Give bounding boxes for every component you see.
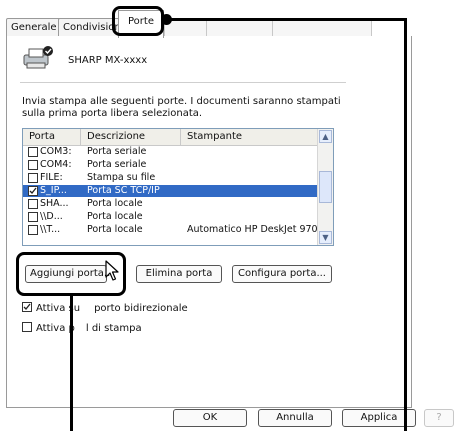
port-name: COM4: <box>40 159 72 170</box>
printer-pool-label-right: l di stampa <box>85 323 142 334</box>
port-description: Porta locale <box>87 198 143 209</box>
port-checkbox[interactable] <box>28 147 38 157</box>
port-name: FILE: <box>40 172 63 183</box>
list-item[interactable]: \\D... Porta locale <box>23 211 318 223</box>
list-item[interactable]: \\T... Porta locale Automatico HP DeskJe… <box>23 224 327 236</box>
port-description: Porta locale <box>87 211 143 222</box>
checkmark-icon <box>23 303 31 310</box>
list-header: Porta Descrizione Stampante <box>23 129 318 146</box>
bidirectional-checkbox[interactable] <box>22 302 32 312</box>
port-description: Porta seriale <box>87 146 147 157</box>
ports-description: Invia stampa alle seguenti porte. I docu… <box>22 96 341 119</box>
cancel-button[interactable]: Annulla <box>258 409 332 427</box>
mouse-pointer-icon <box>105 260 119 281</box>
port-name: S_IP... <box>40 185 67 196</box>
bidirectional-option[interactable]: Attiva su porto bidirezionale <box>22 302 188 315</box>
bidirectional-label-right: porto bidirezionale <box>94 303 188 314</box>
port-name: COM3: <box>40 146 72 157</box>
port-checkbox[interactable] <box>28 225 38 235</box>
port-description: Porta seriale <box>87 159 147 170</box>
scroll-down-icon[interactable]: ▼ <box>319 231 332 244</box>
port-checkbox[interactable] <box>28 199 38 209</box>
port-description: Porta locale <box>87 224 143 235</box>
scroll-thumb[interactable] <box>319 171 332 203</box>
port-checkbox[interactable] <box>28 173 38 183</box>
list-item[interactable]: COM4: Porta seriale <box>23 159 318 171</box>
list-item-selected[interactable]: S_IP... Porta SC TCP/IP <box>23 185 318 197</box>
tab-generale[interactable]: Generale <box>6 18 64 37</box>
port-name: SHA... <box>40 198 69 209</box>
column-header-descrizione[interactable]: Descrizione <box>81 129 181 145</box>
checkmark-icon <box>29 187 37 194</box>
separator <box>20 82 346 83</box>
ports-listview[interactable]: Porta Descrizione Stampante COM3: Porta … <box>22 128 334 246</box>
configure-port-button[interactable]: Configura porta... <box>232 265 332 283</box>
port-checkbox[interactable] <box>28 212 38 222</box>
printer-name: SHARP MX-xxxx <box>68 55 148 66</box>
callout-line <box>404 18 407 431</box>
printer-icon <box>23 46 53 69</box>
list-scrollbar[interactable]: ▲ ▼ <box>317 129 333 245</box>
column-header-porta[interactable]: Porta <box>23 129 81 145</box>
scroll-up-icon[interactable]: ▲ <box>319 130 332 143</box>
tab-condivisione[interactable]: Condivisione <box>58 18 120 37</box>
port-checkbox-checked[interactable] <box>28 186 38 196</box>
printer-pool-checkbox[interactable] <box>22 322 32 332</box>
port-checkbox[interactable] <box>28 160 38 170</box>
printer-properties-dialog: Generale Condivisione Porte SHARP MX-xxx… <box>0 0 458 428</box>
printer-pool-option[interactable]: Attiva pl di stampa <box>22 322 142 335</box>
port-name: \\D... <box>40 211 63 222</box>
callout-line <box>167 18 407 21</box>
list-item[interactable]: FILE: Stampa su file <box>23 172 318 184</box>
port-name: \\T... <box>40 224 61 235</box>
help-button[interactable]: ? <box>424 409 454 427</box>
callout-line <box>70 296 73 431</box>
callout-frame-tab <box>112 6 164 36</box>
column-header-stampante[interactable]: Stampante <box>181 129 318 145</box>
list-item[interactable]: SHA... Porta locale <box>23 198 318 210</box>
delete-port-button[interactable]: Elimina porta <box>136 265 222 283</box>
port-description: Porta SC TCP/IP <box>87 185 160 196</box>
bidirectional-label-left: Attiva su <box>36 303 81 314</box>
port-description: Stampa su file <box>87 172 156 183</box>
list-item[interactable]: COM3: Porta seriale <box>23 146 318 158</box>
ok-button[interactable]: OK <box>173 409 247 427</box>
port-printer: Automatico HP DeskJet 970... <box>187 224 327 235</box>
